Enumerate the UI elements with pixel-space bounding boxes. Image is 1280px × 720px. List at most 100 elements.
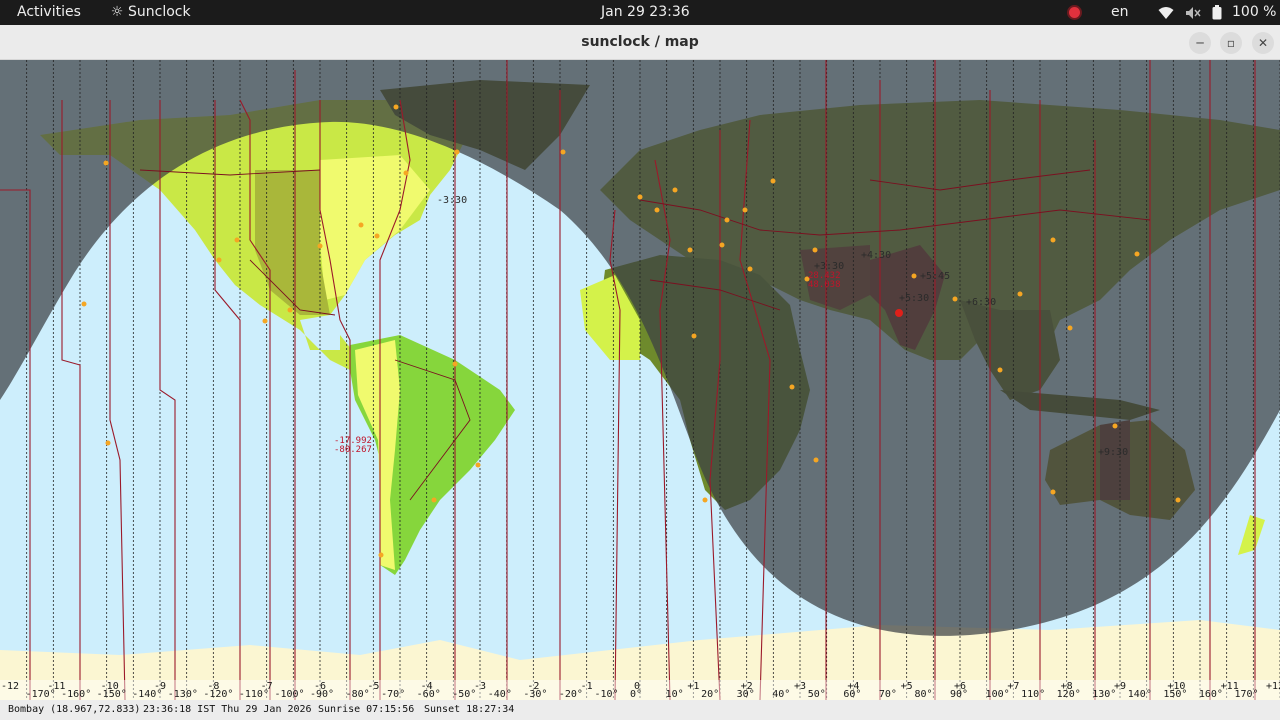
volume-muted-icon[interactable] (1185, 4, 1201, 21)
longitude-tick-label: -30° (523, 689, 547, 700)
window-title: sunclock / map (581, 34, 699, 50)
city-marker (378, 552, 384, 558)
longitude-tick-label: 160° (1199, 689, 1223, 700)
city-marker (1134, 251, 1140, 257)
wifi-icon[interactable] (1158, 4, 1174, 21)
longitude-tick-label: 40° (772, 689, 790, 700)
city-marker (997, 367, 1003, 373)
longitude-tick-label: -50° (452, 689, 476, 700)
longitude-tick-label: 20° (701, 689, 719, 700)
longitude-tick-label: -150° (97, 689, 127, 700)
timezone-offset-label: +1 (687, 681, 699, 692)
city-marker (431, 497, 437, 503)
world-map[interactable]: +3:30 +4:30 +5:30 +5:45 +6:30 +9:30 -3:3… (0, 60, 1280, 700)
activities-button[interactable]: Activities (17, 0, 81, 25)
minimize-button[interactable]: ─ (1189, 32, 1211, 54)
cursor-coord-lon-1: -80.267 (334, 445, 372, 455)
longitude-tick-label: 60° (843, 689, 861, 700)
city-marker (475, 462, 481, 468)
clock[interactable]: Jan 29 23:36 (601, 0, 690, 25)
timezone-offset-label: +3 (794, 681, 806, 692)
close-button[interactable]: ✕ (1252, 32, 1274, 54)
longitude-tick-label: 90° (950, 689, 968, 700)
longitude-tick-label: -10° (594, 689, 618, 700)
status-time: 23:36:18 IST Thu 29 Jan 2026 (143, 704, 312, 715)
city-marker (374, 233, 380, 239)
offset-label-plus-6-30: +6:30 (966, 297, 996, 308)
offset-label-plus-5-30: +5:30 (899, 293, 929, 304)
city-marker (637, 194, 643, 200)
city-marker (724, 217, 730, 223)
battery-percentage[interactable]: 100 % (1232, 0, 1276, 25)
city-marker (789, 384, 795, 390)
city-marker (812, 247, 818, 253)
longitude-tick-label: -20° (559, 689, 583, 700)
minimize-icon: ─ (1196, 36, 1204, 50)
longitude-tick-label: 50° (808, 689, 826, 700)
language-indicator[interactable]: en (1111, 0, 1129, 25)
city-marker (452, 361, 458, 367)
city-marker (719, 242, 725, 248)
longitude-tick-label: 110° (1021, 689, 1045, 700)
app-menu[interactable]: ☼ Sunclock (110, 0, 191, 25)
city-marker (81, 301, 87, 307)
sun-icon: ☼ (110, 4, 124, 20)
longitude-tick-label: 130° (1092, 689, 1116, 700)
cursor-coord-lon-2: 48.038 (808, 280, 841, 290)
city-marker (403, 170, 409, 176)
city-marker (287, 307, 293, 313)
longitude-tick-label: 80° (914, 689, 932, 700)
longitude-tick-label: -170° (26, 689, 56, 700)
longitude-tick-label: -130° (168, 689, 198, 700)
record-indicator-icon[interactable] (1069, 0, 1080, 25)
longitude-tick-label: 70° (879, 689, 897, 700)
longitude-tick-label: -160° (61, 689, 91, 700)
city-marker (454, 149, 460, 155)
city-marker (234, 237, 240, 243)
map-canvas[interactable]: +3:30 +4:30 +5:30 +5:45 +6:30 +9:30 -3:3… (0, 60, 1280, 700)
city-marker (358, 222, 364, 228)
city-marker (393, 104, 399, 110)
longitude-tick-label: -80° (346, 689, 370, 700)
longitude-tick-label: 120° (1057, 689, 1081, 700)
city-marker (952, 296, 958, 302)
window-title-bar[interactable]: sunclock / map ─ ▫ ✕ (0, 25, 1280, 60)
longitude-tick-label: -70° (381, 689, 405, 700)
status-sunset: Sunset 18:27:34 (424, 704, 515, 715)
city-marker (216, 257, 222, 263)
city-marker (105, 440, 111, 446)
city-marker (262, 318, 268, 324)
timezone-offset-label: -12 (1, 681, 19, 692)
offset-label-plus-9-30: +9:30 (1098, 447, 1128, 458)
city-marker (672, 187, 678, 193)
status-city: Bombay (18.967,72.833) (8, 704, 141, 715)
city-marker (1175, 497, 1181, 503)
city-marker (103, 160, 109, 166)
battery-icon[interactable] (1212, 4, 1222, 21)
offset-label-plus-5-45: +5:45 (920, 271, 950, 282)
city-marker (317, 243, 323, 249)
longitude-tick-label: -90° (310, 689, 334, 700)
status-sunrise: Sunrise 07:15:56 (318, 704, 415, 715)
city-marker (1067, 325, 1073, 331)
longitude-tick-label: 100° (986, 689, 1010, 700)
timezone-offset-label: +5 (901, 681, 913, 692)
sun-position-marker (895, 309, 903, 317)
city-marker (702, 497, 708, 503)
city-marker (1017, 291, 1023, 297)
longitude-tick-label: -110° (239, 689, 269, 700)
longitude-tick-label: 170° (1234, 689, 1258, 700)
city-marker (1050, 237, 1056, 243)
longitude-tick-label: 150° (1163, 689, 1187, 700)
city-marker (770, 178, 776, 184)
city-marker (1050, 489, 1056, 495)
city-marker (747, 266, 753, 272)
city-marker (742, 207, 748, 213)
maximize-button[interactable]: ▫ (1220, 32, 1242, 54)
city-marker (687, 247, 693, 253)
timezone-offset-label: +12 (1266, 681, 1280, 692)
app-name: Sunclock (128, 4, 191, 20)
longitude-tick-label: 0° (630, 689, 642, 700)
longitude-tick-label: -60° (417, 689, 441, 700)
city-marker (1112, 423, 1118, 429)
